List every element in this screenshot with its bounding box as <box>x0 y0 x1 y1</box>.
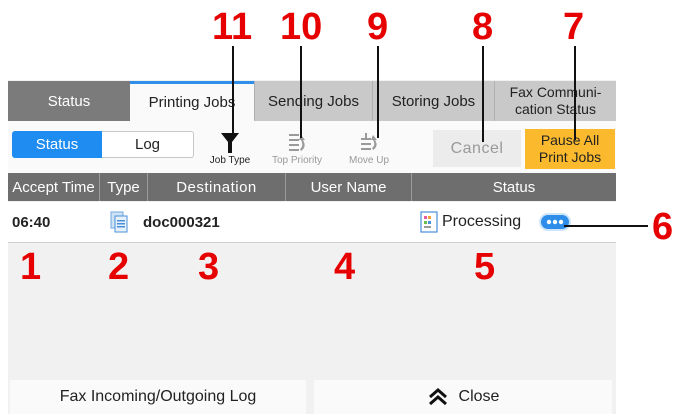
double-chevron-up-icon <box>428 388 447 406</box>
tab-status[interactable]: Status <box>8 81 130 121</box>
callout-line-11 <box>232 46 234 136</box>
column-header-accept-time[interactable]: Accept Time <box>8 173 100 201</box>
tab-sending-jobs-label: Sending Jobs <box>268 92 359 110</box>
column-header-destination-label: Destination <box>176 178 257 196</box>
fax-incoming-outgoing-log-button[interactable]: Fax Incoming/Outgoing Log <box>10 380 306 414</box>
table-row[interactable]: 06:40 doc000321 Processing <box>8 202 616 243</box>
pause-all-print-jobs-label: Pause All Print Jobs <box>538 132 602 165</box>
callout-6: 6 <box>652 206 674 248</box>
destination-cell: doc000321 <box>143 213 220 231</box>
move-up-label: Move Up <box>348 155 389 166</box>
column-header-destination[interactable]: Destination <box>148 173 286 201</box>
column-header-user-name[interactable]: User Name <box>286 173 412 201</box>
processing-status-icon <box>420 202 438 242</box>
column-header-status-label: Status <box>492 178 536 196</box>
callout-5: 5 <box>474 246 496 288</box>
log-toggle-label: Log <box>134 136 161 153</box>
column-header-status[interactable]: Status <box>412 173 616 201</box>
more-details-button[interactable] <box>538 202 572 242</box>
more-dots-icon <box>539 213 571 231</box>
column-header-user-name-label: User Name <box>310 178 387 196</box>
callout-line-6 <box>564 225 648 227</box>
fax-log-label: Fax Incoming/Outgoing Log <box>59 388 257 405</box>
tab-fax-communication-status-label: Fax Communi- cation Status <box>509 84 602 117</box>
pause-all-print-jobs-button[interactable]: Pause All Print Jobs <box>525 129 615 169</box>
callout-3: 3 <box>198 246 220 288</box>
tab-fax-communication-status[interactable]: Fax Communi- cation Status <box>494 81 616 121</box>
callout-7: 7 <box>563 6 585 48</box>
status-toggle-label: Status <box>35 136 79 153</box>
cancel-button[interactable]: Cancel <box>433 130 521 167</box>
close-label: Close <box>458 388 500 405</box>
table-header: Accept Time Type Destination User Name S… <box>8 173 616 201</box>
column-header-accept-time-label: Accept Time <box>12 178 95 196</box>
tab-sending-jobs[interactable]: Sending Jobs <box>254 81 372 121</box>
callout-8: 8 <box>472 6 494 48</box>
callout-11: 11 <box>212 6 253 48</box>
callout-1: 1 <box>20 246 42 288</box>
accept-time-cell: 06:40 <box>12 213 51 231</box>
callout-4: 4 <box>334 246 356 288</box>
tab-bar: Status Printing Jobs Sending Jobs Storin… <box>8 81 616 121</box>
callout-10: 10 <box>280 6 323 48</box>
callout-line-10 <box>300 46 302 138</box>
callout-line-9 <box>377 46 379 138</box>
status-toggle-button[interactable]: Status <box>12 131 102 158</box>
callout-2: 2 <box>108 246 130 288</box>
column-header-type[interactable]: Type <box>100 173 148 201</box>
job-type-label: Job Type <box>209 155 251 166</box>
top-priority-button[interactable]: Top Priority <box>266 129 328 166</box>
top-priority-icon <box>289 134 305 151</box>
tab-storing-jobs[interactable]: Storing Jobs <box>372 81 494 121</box>
move-up-button[interactable]: Move Up <box>344 129 394 166</box>
status-cell: Processing <box>442 213 522 230</box>
filter-icon <box>221 133 239 153</box>
callout-line-8 <box>482 46 484 142</box>
toolbar: Status Log Job Type Top Priority Move Up <box>8 121 616 173</box>
print-job-type-icon <box>108 202 130 242</box>
close-button[interactable]: Close <box>314 380 612 414</box>
tab-storing-jobs-label: Storing Jobs <box>391 92 476 110</box>
log-toggle-button[interactable]: Log <box>102 131 194 158</box>
tab-printing-jobs[interactable]: Printing Jobs <box>130 81 254 121</box>
column-header-type-label: Type <box>107 178 140 196</box>
cancel-label: Cancel <box>450 139 504 157</box>
tab-status-label: Status <box>47 92 91 110</box>
tab-printing-jobs-label: Printing Jobs <box>148 94 236 111</box>
top-priority-label: Top Priority <box>271 155 322 166</box>
job-type-button[interactable]: Job Type <box>205 129 255 166</box>
callout-9: 9 <box>367 6 389 48</box>
callout-line-7 <box>574 46 576 140</box>
